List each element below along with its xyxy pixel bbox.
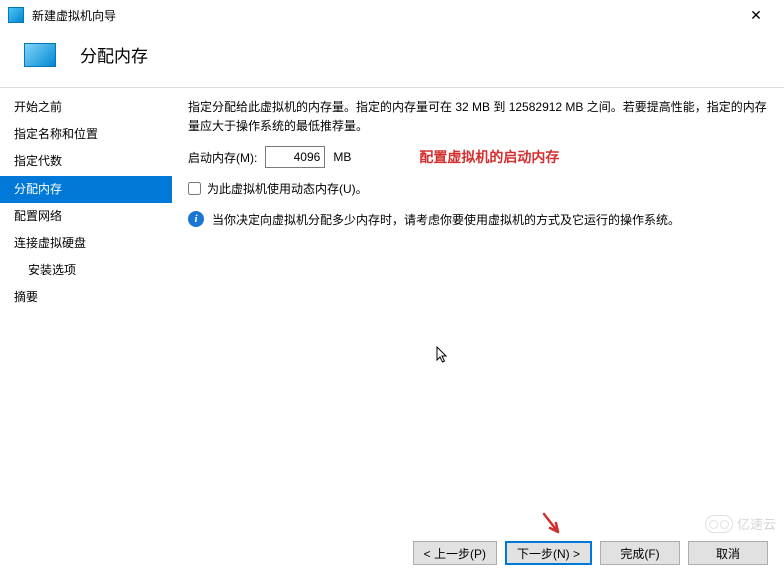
- cancel-button[interactable]: 取消: [688, 541, 768, 565]
- info-text: 当你决定向虚拟机分配多少内存时，请考虑你要使用虚拟机的方式及它运行的操作系统。: [212, 211, 680, 228]
- step-before-begin[interactable]: 开始之前: [0, 94, 172, 121]
- main-panel: 指定分配给此虚拟机的内存量。指定的内存量可在 32 MB 到 12582912 …: [172, 88, 784, 528]
- wizard-header-icon: [24, 43, 56, 67]
- page-title: 分配内存: [80, 42, 148, 67]
- footer-buttons: < 上一步(P) 下一步(N) > 完成(F) 取消: [413, 541, 768, 565]
- info-row: i 当你决定向虚拟机分配多少内存时，请考虑你要使用虚拟机的方式及它运行的操作系统…: [188, 211, 768, 228]
- memory-unit: MB: [333, 150, 351, 164]
- finish-button[interactable]: 完成(F): [600, 541, 680, 565]
- desc-to: 到: [490, 100, 509, 114]
- window-title: 新建虚拟机向导: [32, 7, 116, 24]
- step-generation[interactable]: 指定代数: [0, 148, 172, 175]
- watermark-text: 亿速云: [737, 514, 776, 533]
- step-configure-network[interactable]: 配置网络: [0, 203, 172, 230]
- app-icon: [8, 7, 24, 23]
- dynamic-memory-checkbox[interactable]: [188, 182, 201, 195]
- dynamic-memory-row: 为此虚拟机使用动态内存(U)。: [188, 180, 768, 197]
- memory-label: 启动内存(M):: [188, 149, 257, 166]
- desc-prefix: 指定分配给此虚拟机的内存量。指定的内存量可在: [188, 100, 455, 114]
- dynamic-memory-label: 为此虚拟机使用动态内存(U)。: [207, 180, 368, 197]
- step-connect-vhd[interactable]: 连接虚拟硬盘: [0, 230, 172, 257]
- min-memory: 32 MB: [455, 100, 490, 114]
- close-button[interactable]: ✕: [736, 3, 776, 27]
- wizard-header: 分配内存: [0, 30, 784, 87]
- titlebar: 新建虚拟机向导 ✕: [0, 0, 784, 30]
- description-text: 指定分配给此虚拟机的内存量。指定的内存量可在 32 MB 到 12582912 …: [188, 98, 768, 136]
- step-name-location[interactable]: 指定名称和位置: [0, 121, 172, 148]
- next-button[interactable]: 下一步(N) >: [505, 541, 592, 565]
- step-install-options[interactable]: 安装选项: [0, 257, 172, 284]
- wizard-steps: 开始之前 指定名称和位置 指定代数 分配内存 配置网络 连接虚拟硬盘 安装选项 …: [0, 88, 172, 528]
- previous-button[interactable]: < 上一步(P): [413, 541, 497, 565]
- watermark-logo-icon: [705, 515, 733, 533]
- watermark: 亿速云: [705, 514, 776, 533]
- info-icon: i: [188, 211, 204, 227]
- step-assign-memory[interactable]: 分配内存: [0, 176, 172, 203]
- max-memory: 12582912 MB: [509, 100, 584, 114]
- startup-memory-row: 启动内存(M): MB 配置虚拟机的启动内存: [188, 146, 768, 168]
- annotation-text: 配置虚拟机的启动内存: [419, 147, 559, 167]
- memory-input[interactable]: [265, 146, 325, 168]
- step-summary[interactable]: 摘要: [0, 284, 172, 311]
